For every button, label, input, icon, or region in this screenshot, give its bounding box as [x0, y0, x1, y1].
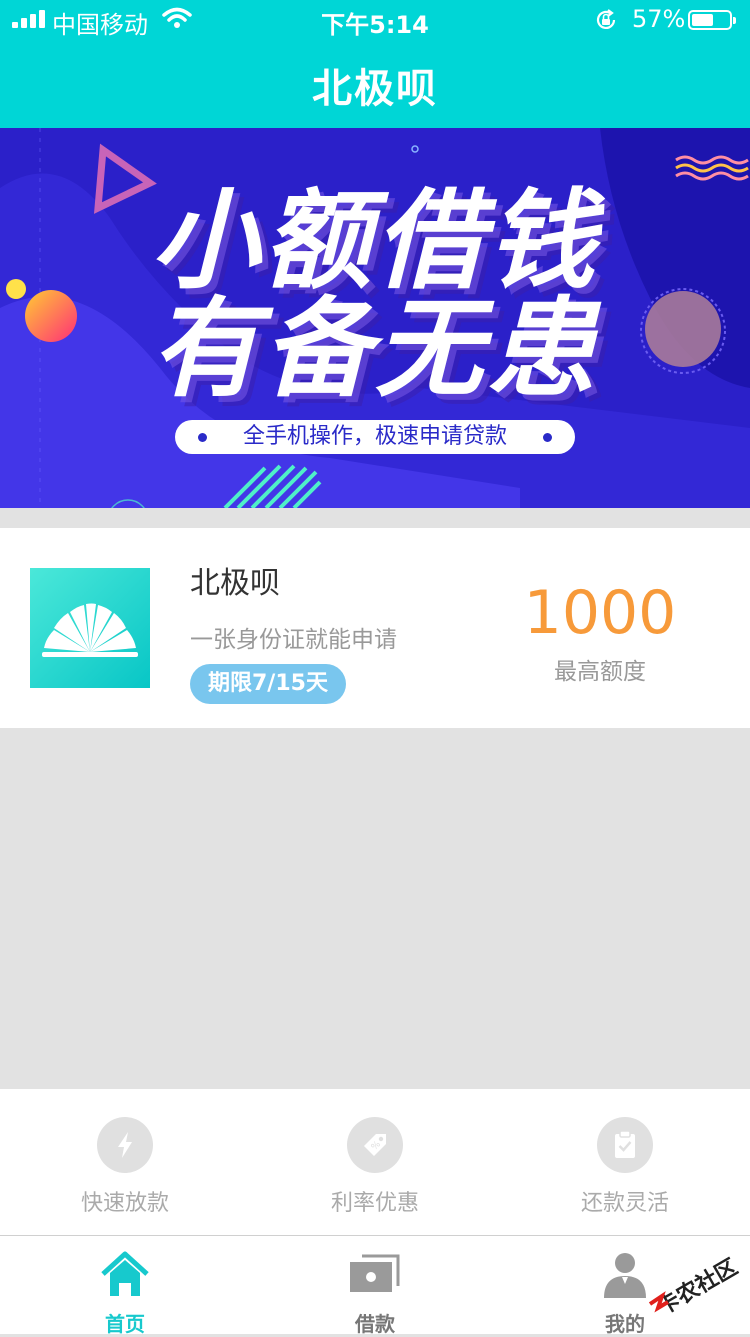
clipboard-check-icon [597, 1117, 653, 1173]
tab-loan[interactable]: 借款 [250, 1236, 500, 1336]
user-icon [604, 1253, 646, 1298]
promo-banner[interactable]: 小额借钱 有备无患 全手机操作，极速申请贷款 [0, 128, 750, 508]
top-bar: 中国移动 下午5:14 57% 北极呗 [0, 0, 750, 128]
product-card[interactable]: 北极呗 一张身份证就能申请 期限7/15天 1000 最高额度 [0, 528, 750, 728]
watermark-text: 卡农社区 [653, 1254, 742, 1320]
tab-label: 首页 [105, 1312, 145, 1336]
feature-label: 利率优惠 [330, 1191, 419, 1216]
max-amount-label: 最高额度 [554, 659, 646, 685]
fan-icon [42, 603, 138, 657]
bullet-dot [543, 433, 552, 442]
feature-fast-payout: 快速放款 [0, 1089, 250, 1235]
watermark-logo: 卡农社区 [648, 1254, 742, 1320]
banner-slogan: 全手机操作，极速申请贷款 [242, 424, 507, 449]
bullet-dot [198, 433, 207, 442]
feature-low-rate: % 利率优惠 [250, 1089, 500, 1235]
tab-home[interactable]: 首页 [0, 1236, 250, 1336]
page-title: 北极呗 [312, 66, 438, 112]
product-logo [30, 568, 150, 688]
product-description: 一张身份证就能申请 [190, 627, 397, 653]
product-name: 北极呗 [190, 566, 280, 601]
tab-bar: 首页 借款 我的 [0, 1235, 750, 1336]
cash-icon [350, 1254, 400, 1292]
battery-percent: 57% [632, 5, 686, 33]
feature-label: 快速放款 [80, 1191, 169, 1216]
max-amount: 1000 [523, 578, 677, 648]
term-badge: 期限7/15天 [190, 664, 346, 704]
tab-label: 借款 [355, 1312, 395, 1336]
lightning-icon [97, 1117, 153, 1173]
feature-label: 还款灵活 [580, 1191, 669, 1216]
banner-headline-1: 小额借钱 [150, 179, 599, 304]
status-bar: 中国移动 下午5:14 57% [0, 0, 750, 40]
feature-strip: 快速放款 % 利率优惠 还款灵活 [0, 1089, 750, 1235]
banner-headline-2: 有备无患 [150, 287, 599, 412]
home-icon [101, 1251, 149, 1296]
tag-icon: % [347, 1117, 403, 1173]
orientation-lock-icon [596, 9, 616, 29]
feature-flexible-repay: 还款灵活 [500, 1089, 750, 1235]
battery-icon [688, 10, 736, 30]
banner-slogan-pill: 全手机操作，极速申请贷款 [175, 420, 575, 454]
